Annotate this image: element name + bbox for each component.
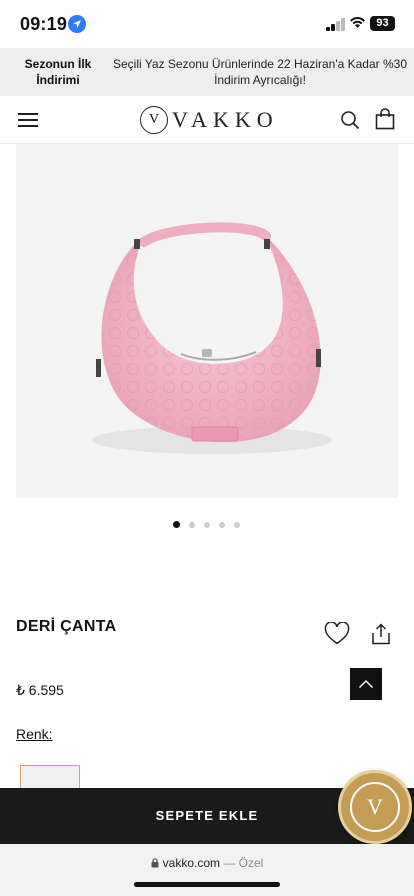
- lock-icon: [151, 857, 159, 871]
- cellular-signal-icon: [326, 18, 346, 31]
- location-arrow-icon: [68, 15, 86, 33]
- battery-icon: 93: [370, 16, 395, 31]
- address-bar[interactable]: vakko.com — Özel: [0, 856, 414, 871]
- site-header: V VAKKO: [0, 96, 414, 144]
- url-separator: —: [220, 856, 239, 870]
- badge-logo-mark: V: [350, 782, 400, 832]
- status-time: 09:19: [20, 14, 68, 34]
- promo-banner[interactable]: Sezonun İlk İndirimi Seçili Yaz Sezonu Ü…: [0, 48, 414, 96]
- share-icon[interactable]: [371, 623, 391, 650]
- browser-bar: vakko.com — Özel: [0, 844, 414, 896]
- shopping-bag-icon[interactable]: [375, 108, 395, 135]
- scroll-to-top-button[interactable]: [350, 668, 382, 700]
- carousel-dot-4[interactable]: [219, 522, 225, 528]
- status-bar: 09:19 93: [0, 0, 414, 48]
- vakko-assistant-badge[interactable]: V: [338, 770, 412, 844]
- carousel-dot-3[interactable]: [204, 522, 210, 528]
- product-name: DERİ ÇANTA: [16, 618, 117, 635]
- hamburger-menu-icon[interactable]: [18, 113, 38, 127]
- product-price: ₺ 6.595: [16, 682, 64, 698]
- chevron-up-icon: [358, 679, 374, 689]
- carousel-dot-5[interactable]: [234, 522, 240, 528]
- wifi-icon: [349, 16, 366, 34]
- logo-mark: V: [140, 106, 168, 134]
- carousel-dot-1[interactable]: [173, 521, 180, 528]
- logo-text: VAKKO: [172, 107, 279, 132]
- url-domain: vakko.com: [162, 856, 220, 870]
- favorite-heart-icon[interactable]: [324, 621, 350, 651]
- pink-bag-illustration: [92, 222, 332, 454]
- home-indicator[interactable]: [134, 882, 280, 887]
- product-page: 09:19 93 Sezonun İlk İndirimi Seçili Yaz…: [0, 0, 414, 896]
- promo-title: Sezonun İlk İndirimi: [24, 57, 92, 87]
- carousel-dot-2[interactable]: [189, 522, 195, 528]
- search-icon[interactable]: [340, 110, 360, 135]
- private-mode-label: Özel: [238, 856, 264, 870]
- color-label: Renk:: [16, 726, 53, 742]
- product-image[interactable]: [16, 144, 398, 498]
- promo-text: Seçili Yaz Sezonu Ürünlerinde 22 Haziran…: [112, 57, 408, 87]
